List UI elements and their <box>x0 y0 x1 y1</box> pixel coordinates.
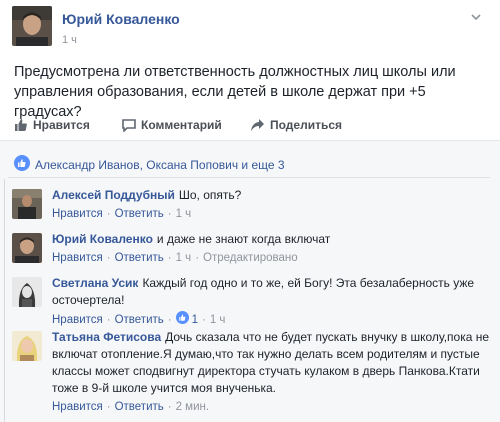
likes-summary[interactable]: Александр Иванов, Оксана Попович и еще 3 <box>14 155 285 174</box>
comment-timestamp[interactable]: 1 ч <box>176 206 192 223</box>
comments-section: Александр Иванов, Оксана Попович и еще 3… <box>0 140 500 422</box>
share-button-label: Поделиться <box>270 118 343 132</box>
comment-author[interactable]: Светлана Усик <box>52 276 138 290</box>
comment-like-count[interactable]: 1 <box>175 311 198 330</box>
meta-separator: · <box>167 314 172 326</box>
comment-text: Шо, опять? <box>178 188 242 202</box>
comment-meta: Нравится · Ответить · 1 ч <box>52 206 490 223</box>
comment-reply-link[interactable]: Ответить <box>115 399 164 416</box>
meta-separator: · <box>106 401 111 413</box>
meta-separator: · <box>106 252 111 264</box>
post-action-bar: Нравится Комментарий Поделиться <box>0 116 500 140</box>
comment-reply-link[interactable]: Ответить <box>115 312 164 329</box>
comment-avatar[interactable] <box>12 233 42 263</box>
like-reaction-icon <box>14 155 30 174</box>
comment-text: и даже не знают когда включат <box>156 232 331 246</box>
comment-timestamp[interactable]: 2 мин. <box>176 399 209 416</box>
comment-like-link[interactable]: Нравится <box>52 399 103 416</box>
comment-body: Юрий Коваленко и даже не знают когда вклю… <box>52 231 490 267</box>
like-reaction-icon <box>175 311 189 330</box>
likes-summary-text[interactable]: Александр Иванов, Оксана Попович и еще 3 <box>35 158 285 172</box>
meta-separator: · <box>202 314 206 326</box>
comment-avatar[interactable] <box>12 277 42 307</box>
meta-separator: · <box>167 208 172 220</box>
comment-body: Алексей Поддубный Шо, опять? Нравится · О… <box>52 187 490 223</box>
speech-bubble-icon <box>122 118 136 132</box>
post-header: Юрий Коваленко 1 ч <box>12 6 482 52</box>
divider <box>8 177 490 178</box>
comment-meta: Нравится · Ответить · 1 · 1 ч <box>52 311 490 330</box>
comment-meta: Нравится · Ответить · 1 ч · Отредактиров… <box>52 250 490 267</box>
meta-separator: · <box>167 252 172 264</box>
comment-author[interactable]: Юрий Коваленко <box>52 232 153 246</box>
comment-avatar[interactable] <box>12 331 42 361</box>
comment-avatar[interactable] <box>12 189 42 219</box>
meta-separator: · <box>106 314 111 326</box>
post-text: Предусмотрена ли ответственность должнос… <box>14 64 456 120</box>
comment-author[interactable]: Алексей Поддубный <box>52 188 175 202</box>
edited-label[interactable]: Отредактировано <box>203 250 298 267</box>
like-button[interactable]: Нравится <box>14 118 90 132</box>
like-button-label: Нравится <box>33 118 90 132</box>
comment-button[interactable]: Комментарий <box>122 118 222 132</box>
thumbs-up-icon <box>14 118 28 132</box>
comment-like-link[interactable]: Нравится <box>52 250 103 267</box>
comment-reply-link[interactable]: Ответить <box>115 206 164 223</box>
chevron-down-icon[interactable] <box>470 10 482 22</box>
comment-timestamp[interactable]: 1 ч <box>210 312 226 329</box>
post-author-avatar[interactable] <box>12 6 52 46</box>
comment-reply-link[interactable]: Ответить <box>115 250 164 267</box>
comment-button-label: Комментарий <box>141 118 222 132</box>
share-button[interactable]: Поделиться <box>250 118 342 132</box>
comment-body: Светлана Усик Каждый год одно и то же, ей… <box>52 275 490 330</box>
comment-like-link[interactable]: Нравится <box>52 206 103 223</box>
meta-separator: · <box>195 252 200 264</box>
comment-author[interactable]: Татьяна Фетисова <box>52 330 161 344</box>
comment-like-link[interactable]: Нравится <box>52 312 103 329</box>
meta-separator: · <box>106 208 111 220</box>
meta-separator: · <box>167 401 172 413</box>
comment-like-number: 1 <box>191 314 198 326</box>
comment-meta: Нравится · Ответить · 2 мин. <box>52 399 490 416</box>
post-timestamp[interactable]: 1 ч <box>62 34 77 46</box>
comment-timestamp[interactable]: 1 ч <box>176 250 192 267</box>
post-author-name[interactable]: Юрий Коваленко <box>62 11 180 27</box>
comment-body: Татьяна Фетисова Дочь сказала что не буде… <box>52 329 490 416</box>
share-arrow-icon <box>250 118 265 132</box>
comments-thread-line <box>4 179 5 422</box>
